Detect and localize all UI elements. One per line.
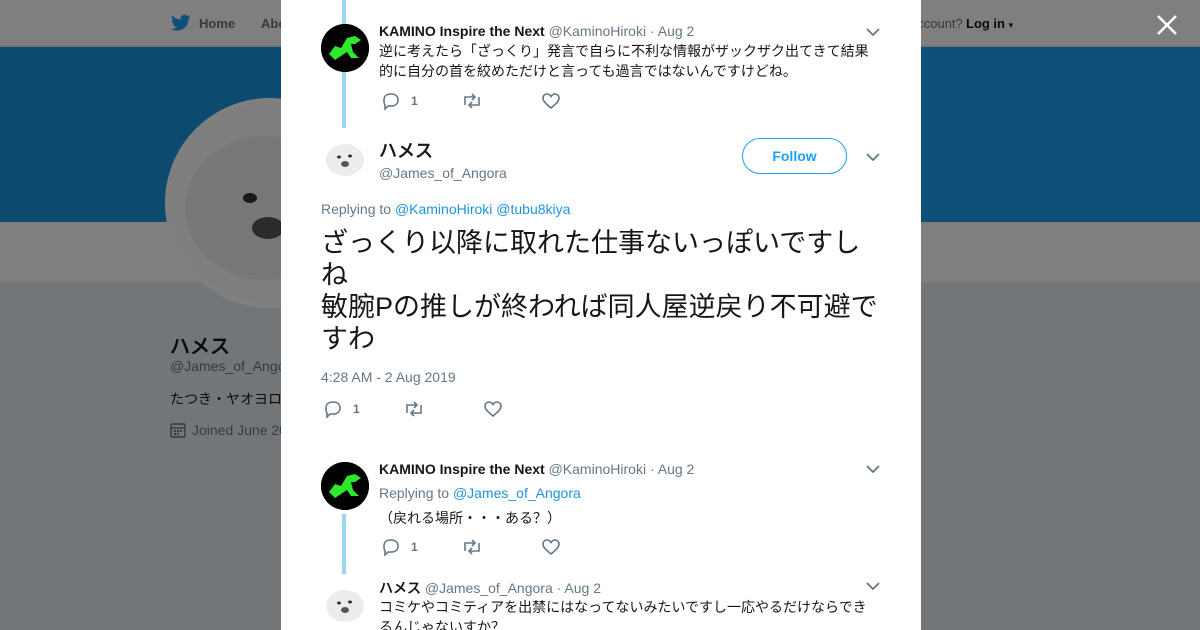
retweet-button[interactable] [461,93,541,109]
reply-icon [383,539,399,556]
author-name[interactable]: ハメス [379,580,421,596]
mention-link[interactable]: @James_of_Angora [453,485,581,501]
tweet-text: コミケやコミティアを出禁にはなってないみたいですし一応やるだけならできるんじゃな… [379,599,867,630]
tweet-timestamp[interactable]: 4:28 AM - 2 Aug 2019 [321,369,456,385]
thread-line [342,514,346,574]
tweet-date[interactable]: · Aug 2 [650,23,694,39]
main-tweet-text: ざっくり以降に取れた仕事ないっぽいですしね 敏腕Pの推しが終われば同人屋逆戻り不… [321,227,881,355]
reply-button[interactable]: 1 [381,92,461,110]
tweet-text: （戻れる場所・・・ある？） [379,510,561,526]
chevron-down-icon[interactable] [866,152,880,162]
kamino-avatar[interactable] [321,462,369,510]
reply-count: 1 [411,94,418,108]
main-tweet-line: ざっくり以降に取れた仕事ないっぽいですしね [321,228,861,290]
reply-button[interactable]: 1 [323,400,403,418]
retweet-button[interactable] [403,401,483,417]
reply-icon [383,93,399,110]
tweet-header: KAMINO Inspire the Next @KaminoHiroki · … [379,461,694,477]
like-button[interactable] [541,92,561,110]
heart-icon [542,539,560,556]
reply-icon [325,401,341,418]
tweet-date[interactable]: · Aug 2 [650,461,694,477]
main-tweet-line: 敏腕Pの推しが終われば同人屋逆戻り不可避ですわ [321,292,878,354]
tweet-text: 逆に考えたら「ざっくり」発言で自らに不利な情報がザックザク出てきて結果的に自分の… [379,43,869,79]
chevron-down-icon[interactable] [866,27,880,37]
main-tweet-header: ハメス @James_of_Angora [379,137,507,181]
heart-icon [484,401,502,418]
mention-link[interactable]: @KaminoHiroki [395,201,492,217]
tweet-modal: KAMINO Inspire the Next @KaminoHiroki · … [281,0,921,630]
tweet-actions: 1 [381,92,561,110]
author-handle[interactable]: @KaminoHiroki [549,461,646,477]
reply-button[interactable]: 1 [381,538,461,556]
retweet-button[interactable] [461,539,541,555]
heart-icon [542,93,560,110]
chevron-down-icon[interactable] [866,581,880,591]
close-icon[interactable] [1154,12,1180,38]
author-name[interactable]: KAMINO Inspire the Next [379,23,545,39]
chevron-down-icon[interactable] [866,464,880,474]
tweet-header: KAMINO Inspire the Next @KaminoHiroki · … [379,23,694,39]
reply-count: 1 [353,402,360,416]
tweet-header: ハメス @James_of_Angora · Aug 2 [379,578,601,598]
author-name[interactable]: KAMINO Inspire the Next [379,461,545,477]
like-button[interactable] [483,400,503,418]
hames-avatar[interactable] [321,134,369,182]
author-handle[interactable]: @James_of_Angora [425,580,553,596]
mention-link[interactable]: @tubu8kiya [496,201,570,217]
replying-label: Replying to [321,201,392,217]
follow-button[interactable]: Follow [742,138,847,174]
author-name[interactable]: ハメス [379,137,507,163]
replying-to: Replying to @James_of_Angora [379,485,581,501]
tweet-actions: 1 [381,538,561,556]
retweet-icon [406,401,422,417]
replying-to: Replying to @KaminoHiroki @tubu8kiya [321,201,570,217]
retweet-icon [464,539,480,555]
replying-label: Replying to [379,485,450,501]
author-handle[interactable]: @KaminoHiroki [549,23,646,39]
kamino-avatar[interactable] [321,24,369,72]
author-handle[interactable]: @James_of_Angora [379,165,507,181]
reply-count: 1 [411,540,418,554]
retweet-icon [464,93,480,109]
main-tweet-actions: 1 [323,400,503,418]
hames-avatar[interactable] [321,580,369,628]
like-button[interactable] [541,538,561,556]
tweet-date[interactable]: · Aug 2 [557,580,601,596]
